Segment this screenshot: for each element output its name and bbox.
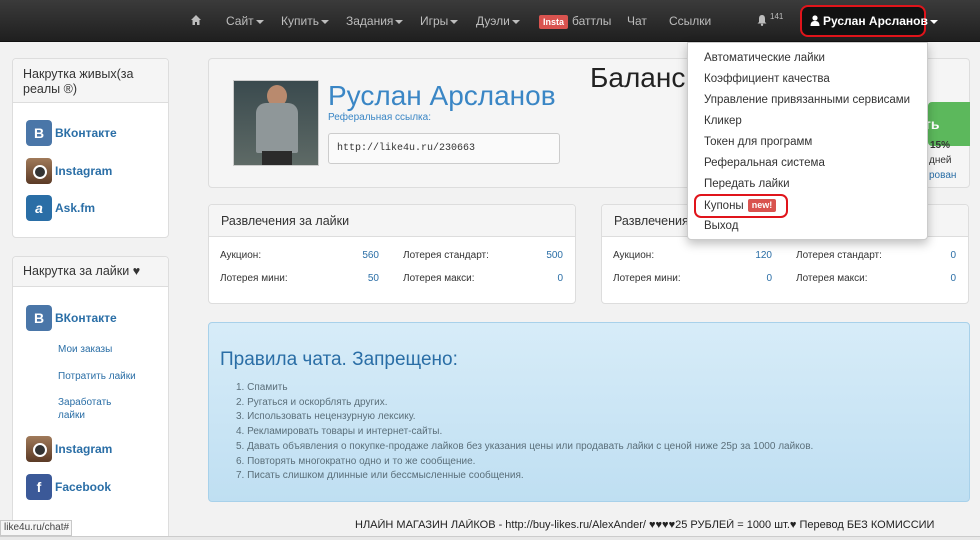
vk-icon: B — [26, 305, 52, 331]
lottery-standard-value[interactable]: 0 — [926, 250, 956, 261]
browser-status-url: like4u.ru/chat# — [0, 520, 72, 536]
rule-item: 3. Использовать нецензурную лексику. — [236, 411, 416, 422]
profile-name: Руслан Арсланов — [328, 80, 556, 111]
lottery-maxi-value[interactable]: 0 — [926, 273, 956, 284]
entertainment-panel-left: Развлечения за лайки — [208, 204, 576, 304]
auction-value[interactable]: 560 — [349, 250, 379, 261]
vk-icon: B — [26, 120, 52, 146]
chevron-down-icon — [450, 19, 459, 24]
chat-rules-title: Правила чата. Запрещено: — [220, 349, 458, 370]
rule-item: 1. Спамить — [236, 382, 288, 393]
sidebar-item-facebook-likes[interactable]: f Facebook — [26, 474, 111, 500]
nav-chat[interactable]: Чат — [627, 0, 647, 42]
menu-item-exit[interactable]: Выход — [704, 220, 738, 232]
lottery-mini-value[interactable]: 0 — [742, 273, 772, 284]
nav-insta-battles[interactable]: Insta баттлы — [539, 0, 611, 42]
days-text: дней — [929, 155, 952, 166]
sidebar-item-instagram-live[interactable]: Instagram — [26, 158, 112, 184]
menu-item-clicker[interactable]: Кликер — [704, 115, 742, 127]
likes-promotion-title: Накрутка за лайки ♥ — [13, 257, 168, 287]
avatar — [233, 80, 319, 166]
menu-item-quality-coefficient[interactable]: Коэффициент качества — [704, 73, 830, 85]
chevron-down-icon — [395, 19, 404, 24]
coupon-highlight-outline — [694, 194, 788, 218]
menu-item-referral[interactable]: Реферальная система — [704, 157, 825, 169]
rule-item: 2. Ругаться и оскорблять других. — [236, 397, 388, 408]
news-ticker[interactable]: НЛАЙН МАГАЗИН ЛАЙКОВ - http://buy-likes.… — [355, 519, 980, 537]
entertainment-title: Развлечения за лайки — [209, 205, 575, 237]
live-promotion-title: Накрутка живых(за реалы ®) — [13, 59, 168, 103]
rule-item: 6. Повторять многократно одно и то же со… — [236, 456, 476, 467]
my-orders-link[interactable]: Мои заказы — [58, 343, 112, 356]
auction-value[interactable]: 120 — [742, 250, 772, 261]
ref-link-label: Реферальная ссылка: — [328, 112, 431, 123]
chevron-down-icon — [511, 19, 520, 24]
rule-item: 7. Писать слишком длинные или бессмыслен… — [236, 470, 524, 481]
user-menu-button[interactable]: Руслан Арсланов — [800, 5, 938, 37]
nav-buy[interactable]: Купить — [281, 0, 329, 42]
lottery-standard-value[interactable]: 500 — [533, 250, 563, 261]
menu-item-token[interactable]: Токен для программ — [704, 136, 812, 148]
user-icon — [810, 15, 820, 26]
lottery-standard-label: Лотерея стандарт: — [796, 250, 882, 261]
rule-item: 4. Рекламировать товары и интернет-сайты… — [236, 426, 443, 437]
insta-badge: Insta — [539, 14, 569, 29]
askfm-icon: a — [26, 195, 52, 221]
auction-label: Аукцион: — [220, 250, 262, 261]
home-icon[interactable] — [190, 14, 202, 26]
sidebar-item-askfm-live[interactable]: a Ask.fm — [26, 195, 95, 221]
notification-count: 141 — [770, 12, 784, 21]
lottery-maxi-label: Лотерея макси: — [796, 273, 868, 284]
sidebar-item-instagram-likes[interactable]: Instagram — [26, 436, 112, 462]
nav-games[interactable]: Игры — [420, 0, 459, 42]
lottery-maxi-value[interactable]: 0 — [533, 273, 563, 284]
nav-duels[interactable]: Дуэли — [476, 0, 520, 42]
facebook-icon: f — [26, 474, 52, 500]
status-text[interactable]: рован — [929, 170, 956, 181]
lottery-mini-value[interactable]: 50 — [349, 273, 379, 284]
instagram-icon — [26, 436, 52, 462]
lottery-mini-label: Лотерея мини: — [220, 273, 288, 284]
browser-bottom-strip — [0, 536, 980, 540]
lottery-maxi-label: Лотерея макси: — [403, 273, 475, 284]
bell-icon[interactable] — [756, 14, 768, 26]
lottery-standard-label: Лотерея стандарт: — [403, 250, 489, 261]
chevron-down-icon — [255, 19, 264, 24]
percent-value: 15% — [930, 140, 951, 151]
menu-item-auto-likes[interactable]: Автоматические лайки — [704, 52, 825, 64]
nav-links[interactable]: Ссылки — [669, 0, 711, 42]
earn-likes-link[interactable]: Заработать лайки — [58, 396, 128, 422]
auction-label: Аукцион: — [613, 250, 655, 261]
chevron-down-icon — [929, 19, 938, 24]
instagram-icon — [26, 158, 52, 184]
top-navbar: Сайт Купить Задания Игры Дуэли Insta батт… — [0, 0, 980, 42]
nav-tasks[interactable]: Задания — [346, 0, 404, 42]
lottery-mini-label: Лотерея мини: — [613, 273, 681, 284]
menu-item-transfer-likes[interactable]: Передать лайки — [704, 178, 790, 190]
menu-item-linked-services[interactable]: Управление привязанными сервисами — [704, 94, 910, 106]
nav-site[interactable]: Сайт — [226, 0, 264, 42]
rule-item: 5. Давать объявления о покупке-продаже л… — [236, 441, 814, 452]
chevron-down-icon — [320, 19, 329, 24]
spend-likes-link[interactable]: Потратить лайки — [58, 370, 136, 383]
sidebar-item-vk-live[interactable]: B ВКонтакте — [26, 120, 117, 146]
sidebar-item-vk-likes[interactable]: B ВКонтакте — [26, 305, 117, 331]
ref-link-field[interactable]: http://like4u.ru/230663 — [328, 133, 560, 164]
